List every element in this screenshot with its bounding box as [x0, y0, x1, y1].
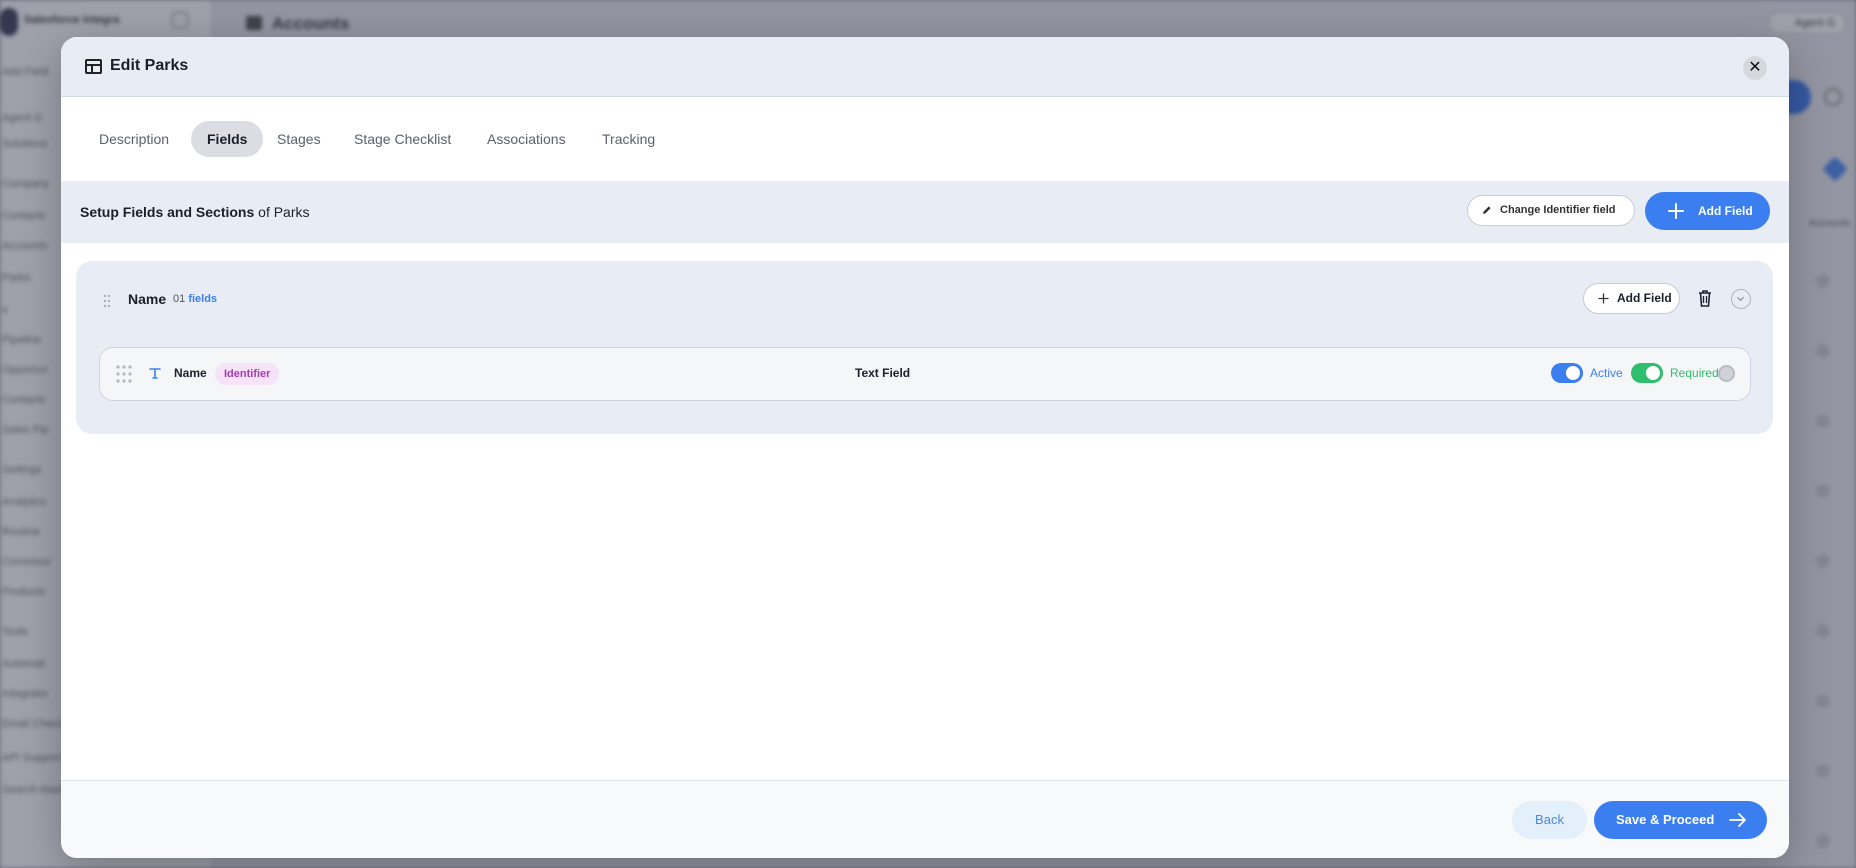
arrow-right-icon	[1729, 813, 1746, 827]
trash-icon[interactable]	[1698, 290, 1712, 307]
drag-handle-icon[interactable]	[103, 294, 111, 308]
save-proceed-label: Save & Proceed	[1616, 812, 1715, 827]
save-proceed-button[interactable]: Save & Proceed	[1594, 801, 1767, 839]
text-type-icon	[149, 368, 161, 379]
more-icon[interactable]	[1718, 365, 1735, 382]
identifier-badge: Identifier	[215, 363, 280, 385]
edit-modal: Edit Parks ✕ Description Fields Stages S…	[61, 37, 1789, 858]
pencil-icon	[1483, 206, 1491, 214]
required-toggle[interactable]	[1631, 363, 1663, 383]
change-identifier-button[interactable]: Change Identifier field	[1467, 195, 1635, 226]
chevron-down-icon-glyph	[1736, 296, 1745, 302]
setup-bar: Setup Fields and Sections of Parks Chang…	[61, 181, 1789, 243]
section-add-field-button[interactable]: Add Field	[1583, 283, 1680, 314]
toggle-knob	[1646, 366, 1660, 380]
plus-icon	[1668, 203, 1684, 219]
section-count-number: 01	[173, 293, 186, 305]
tab-tracking[interactable]: Tracking	[586, 121, 671, 157]
required-label: Required	[1670, 366, 1719, 380]
tab-description[interactable]: Description	[83, 121, 185, 157]
setup-title-main: Setup Fields and Sections	[80, 204, 255, 220]
add-field-button[interactable]: Add Field	[1645, 192, 1770, 230]
modal-title: Edit Parks	[110, 57, 189, 74]
back-button[interactable]: Back	[1512, 801, 1587, 839]
section-add-field-label: Add Field	[1617, 291, 1672, 305]
change-identifier-label: Change Identifier field	[1500, 204, 1616, 216]
modal-header: Edit Parks ✕	[61, 37, 1789, 97]
add-field-label: Add Field	[1698, 204, 1753, 218]
section-card: Name 01 fields Add Field Name Identifier…	[76, 261, 1773, 434]
section-name: Name	[128, 291, 167, 307]
active-label: Active	[1590, 366, 1623, 380]
field-name: Name	[174, 366, 207, 380]
tab-bar: Description Fields Stages Stage Checklis…	[61, 97, 1789, 181]
tab-associations[interactable]: Associations	[471, 121, 582, 157]
setup-title-suffix: of Parks	[258, 204, 310, 220]
setup-title: Setup Fields and Sections of Parks	[80, 204, 310, 220]
toggle-knob	[1566, 366, 1580, 380]
tab-stage-checklist[interactable]: Stage Checklist	[338, 121, 467, 157]
modal-footer: Back Save & Proceed	[61, 780, 1789, 858]
tab-fields[interactable]: Fields	[191, 121, 264, 157]
layout-icon	[85, 59, 102, 74]
field-type: Text Field	[855, 366, 911, 380]
plus-icon	[1598, 293, 1609, 304]
chevron-down-icon[interactable]	[1731, 289, 1751, 309]
section-count-suffix: fields	[188, 293, 218, 305]
active-toggle[interactable]	[1551, 363, 1583, 383]
section-field-count: 01 fields	[173, 293, 217, 305]
tab-stages[interactable]: Stages	[261, 121, 337, 157]
grip-icon[interactable]	[115, 364, 133, 384]
field-row[interactable]: Name Identifier Text Field Active Requir…	[99, 347, 1751, 401]
close-button[interactable]: ✕	[1743, 56, 1767, 80]
